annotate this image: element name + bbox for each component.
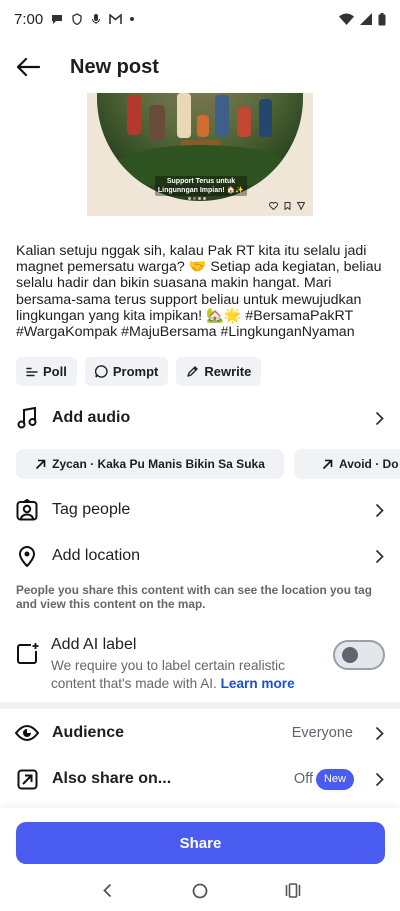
poll-chip[interactable]: Poll [16, 357, 77, 386]
location-hint: People you share this content with can s… [16, 583, 372, 611]
tag-people-row[interactable]: Tag people [0, 492, 400, 528]
chevron-right-icon [375, 772, 384, 786]
chevron-right-icon [375, 503, 384, 517]
post-caption-text[interactable]: Kalian setuju nggak sih, kalau Pak RT ki… [16, 243, 388, 340]
chevron-right-icon [375, 411, 384, 425]
also-share-label: Also share on... [52, 770, 172, 787]
bookmark-icon[interactable] [284, 202, 291, 210]
toggle-knob [342, 647, 358, 663]
section-divider [0, 702, 400, 709]
poll-icon [26, 367, 38, 376]
prompt-chip-label: Prompt [112, 364, 159, 379]
signal-icon [360, 13, 372, 25]
audience-label: Audience [52, 724, 125, 741]
also-share-value: Off [293, 771, 313, 787]
rewrite-icon [187, 366, 199, 377]
ai-label-title: Add AI label [51, 636, 137, 653]
ai-label-description: We require you to label certain realisti… [51, 657, 321, 693]
preview-caption: Support Terus untuk Lingunngan Impian! 🏠… [155, 176, 247, 196]
audio-suggestion-label: Zycan · Kaka Pu Manis Bikin Sa Suka [52, 457, 265, 471]
ai-tools-chips: Poll Prompt Rewrite [16, 357, 262, 386]
arrow-left-icon [16, 57, 40, 77]
wifi-icon [339, 13, 354, 25]
poll-chip-label: Poll [43, 364, 67, 379]
audience-row[interactable]: Audience Everyone [0, 715, 400, 751]
mic-icon [92, 14, 101, 24]
ai-label-icon [17, 643, 39, 664]
nav-recents-icon [286, 883, 301, 898]
preview-actions [269, 202, 305, 210]
battery-icon [378, 12, 386, 25]
audio-suggestion-chip[interactable]: Avoid · Do [294, 449, 400, 479]
carousel-dots [188, 197, 206, 200]
audience-value: Everyone [291, 725, 353, 741]
add-audio-row[interactable]: Add audio [0, 400, 400, 436]
heart-icon[interactable] [269, 202, 278, 210]
arrow-up-right-icon [322, 459, 333, 469]
system-nav-bar [0, 870, 400, 911]
page-title: New post [70, 55, 159, 78]
prompt-icon [94, 365, 108, 378]
chevron-right-icon [375, 549, 384, 563]
nav-recents-button[interactable] [273, 875, 313, 907]
arrow-up-right-icon [36, 459, 46, 469]
tag-person-icon [16, 499, 38, 521]
nav-back-icon [102, 883, 111, 898]
chat-bubble-icon [52, 15, 63, 24]
status-bar: 7:00 [0, 0, 400, 38]
audio-suggestion-label: Avoid · Do [339, 457, 399, 471]
shield-icon [72, 13, 82, 25]
ai-label-toggle[interactable] [333, 640, 385, 670]
prompt-chip[interactable]: Prompt [84, 357, 169, 386]
chevron-right-icon [375, 726, 384, 740]
music-note-icon [17, 407, 37, 429]
back-button[interactable] [0, 44, 56, 90]
add-location-label: Add location [52, 547, 141, 564]
send-icon[interactable] [297, 202, 305, 210]
nav-home-button[interactable] [180, 875, 220, 907]
nav-back-button[interactable] [87, 875, 127, 907]
ai-label-section: Add AI label We require you to label cer… [0, 634, 400, 696]
learn-more-link[interactable]: Learn more [221, 676, 295, 691]
header: New post [0, 44, 400, 90]
share-out-icon [17, 769, 37, 789]
nav-home-icon [192, 883, 208, 898]
post-preview-image[interactable]: Support Terus untuk Lingunngan Impian! 🏠… [87, 93, 313, 216]
also-share-row[interactable]: Also share on... Off New [0, 761, 400, 797]
rewrite-chip[interactable]: Rewrite [176, 357, 262, 386]
location-pin-icon [18, 546, 36, 567]
eye-icon [15, 725, 39, 741]
new-badge: New [315, 768, 354, 790]
gmail-icon [109, 13, 123, 24]
share-button[interactable]: Share [16, 822, 385, 864]
notification-dot-icon [130, 17, 135, 21]
bottom-sheet: Share [0, 808, 400, 911]
add-audio-label: Add audio [52, 409, 131, 426]
audio-suggestions: Zycan · Kaka Pu Manis Bikin Sa Suka Avoi… [16, 449, 400, 479]
tag-people-label: Tag people [52, 501, 131, 518]
audio-suggestion-chip[interactable]: Zycan · Kaka Pu Manis Bikin Sa Suka [16, 449, 284, 479]
add-location-row[interactable]: Add location [0, 538, 400, 574]
rewrite-chip-label: Rewrite [204, 364, 252, 379]
status-time: 7:00 [14, 10, 44, 28]
